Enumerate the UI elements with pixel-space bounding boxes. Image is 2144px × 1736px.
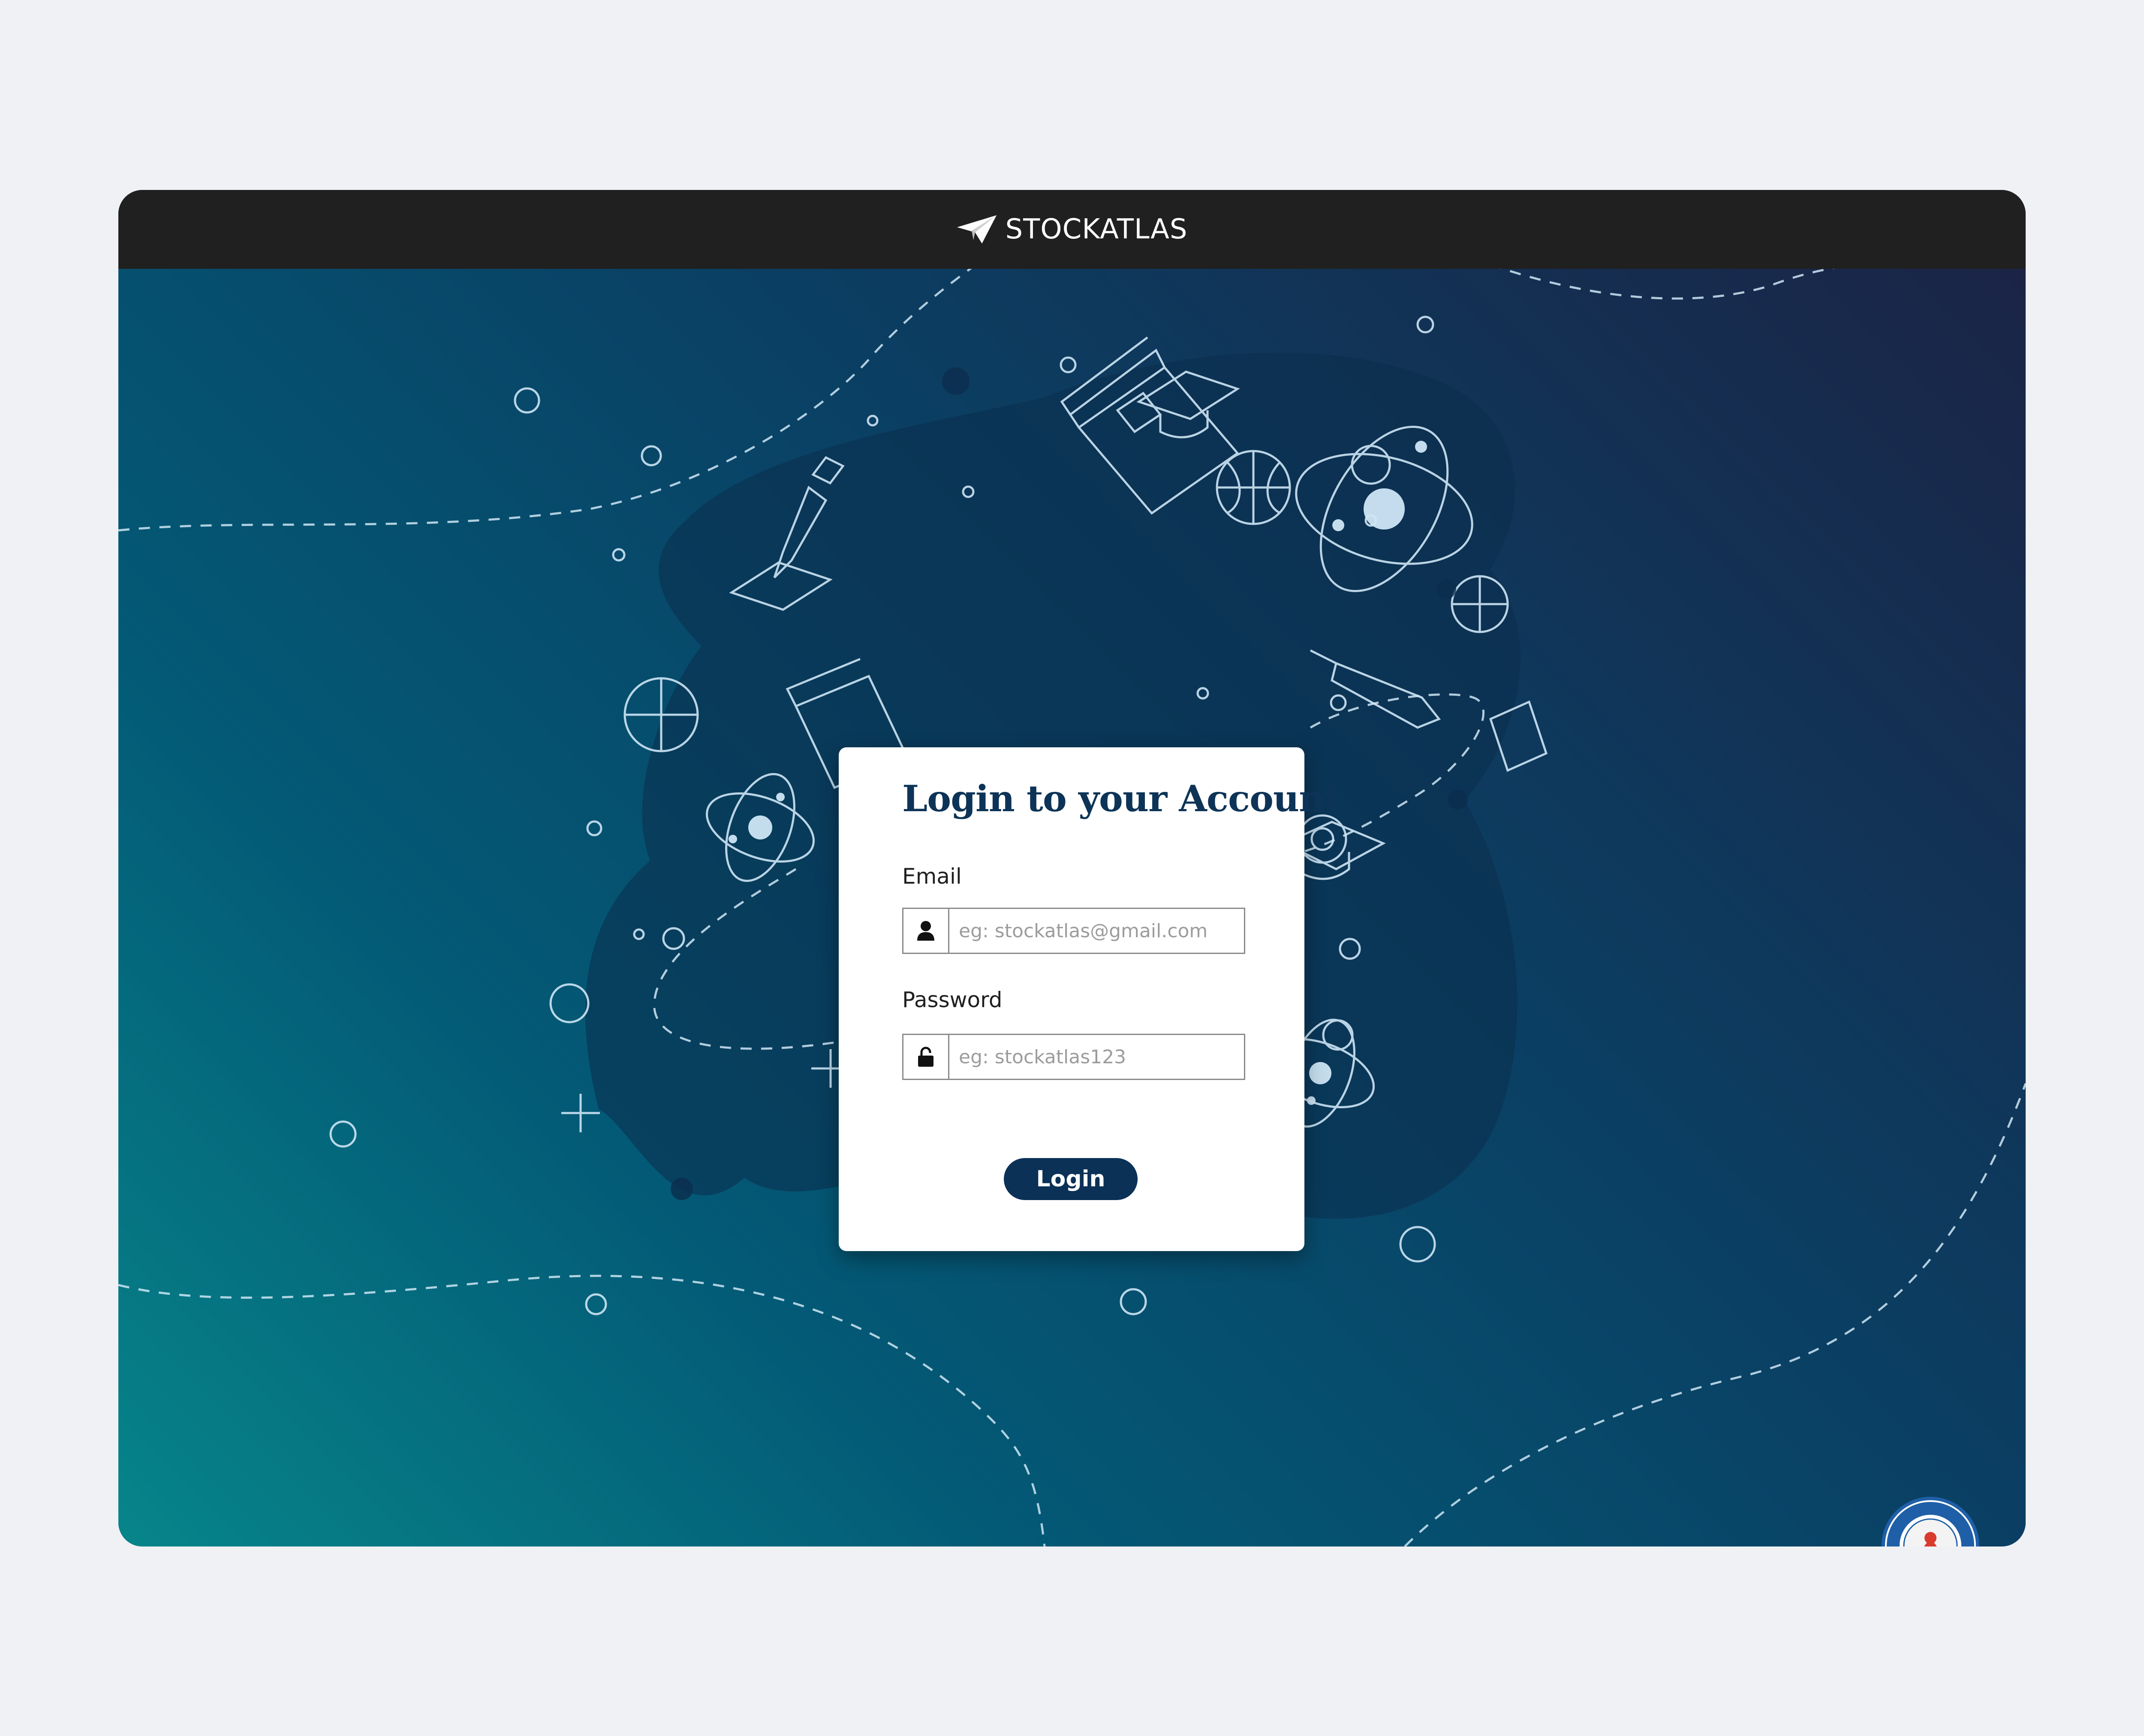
password-label: Password bbox=[902, 987, 1003, 1012]
brand: STOCKATLAS bbox=[956, 214, 1187, 245]
login-card: Login to your Account Email Password bbox=[839, 747, 1341, 1251]
top-bar: STOCKATLAS bbox=[118, 190, 2026, 269]
unlock-icon bbox=[903, 1035, 949, 1079]
paper-plane-icon bbox=[956, 214, 997, 244]
login-button[interactable]: Login bbox=[1004, 1158, 1138, 1200]
password-input[interactable] bbox=[949, 1035, 1244, 1079]
brand-name: STOCKATLAS bbox=[1005, 214, 1188, 245]
login-title: Login to your Account bbox=[902, 777, 1341, 820]
email-input-group bbox=[902, 908, 1245, 954]
college-seal-icon bbox=[1882, 1497, 1979, 1546]
user-icon bbox=[903, 909, 949, 953]
email-input[interactable] bbox=[949, 909, 1244, 953]
password-input-group bbox=[902, 1034, 1245, 1080]
app-window: STOCKATLAS Login to your Account Email e… bbox=[118, 190, 2026, 1546]
login-background: Login to your Account Email Password bbox=[118, 269, 2026, 1546]
email-label: Email bbox=[902, 864, 962, 889]
